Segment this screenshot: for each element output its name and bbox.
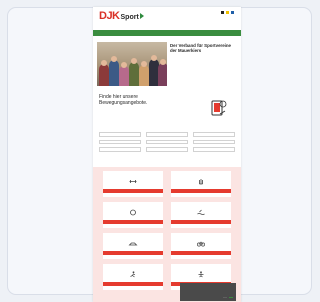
swim-icon — [197, 209, 205, 215]
cookie-decline-button[interactable] — [223, 296, 227, 298]
filter-select[interactable] — [193, 132, 235, 137]
offer-tile[interactable] — [103, 171, 163, 197]
filter-select[interactable] — [146, 139, 188, 144]
logo-mark: DJK — [99, 10, 120, 22]
filter-select[interactable] — [146, 147, 188, 152]
shoe-icon — [128, 242, 138, 246]
offer-tile[interactable] — [103, 264, 163, 290]
filter-select[interactable] — [99, 139, 141, 144]
hero-section: Der Verband für Sportvereine der Mauerki… — [93, 36, 241, 88]
offers-section — [93, 167, 241, 302]
website-preview[interactable]: DJK Sport Der Verband für Sportvereine d… — [93, 7, 241, 302]
offer-label — [171, 220, 231, 224]
run-icon — [130, 271, 136, 278]
filter-grid — [99, 132, 235, 152]
offer-label — [103, 251, 163, 255]
bike-icon — [197, 241, 205, 247]
filter-select[interactable] — [193, 147, 235, 152]
hero-title: Der Verband für Sportvereine der Mauerki… — [170, 43, 231, 54]
offer-label — [103, 220, 163, 224]
ball-icon — [130, 209, 136, 216]
tablet-hand-icon — [211, 100, 227, 116]
offer-label — [171, 251, 231, 255]
filter-select[interactable] — [146, 132, 188, 137]
dumbbell-icon — [129, 180, 137, 183]
cookie-buttons — [223, 296, 233, 298]
offer-tile[interactable] — [171, 202, 231, 228]
yoga-icon — [198, 271, 204, 278]
hand-icon — [199, 179, 203, 185]
offer-grid — [103, 171, 231, 290]
find-offers-section: Finde hier unsere Bewegungsangebote. — [93, 88, 241, 158]
site-header: DJK Sport — [93, 7, 241, 30]
filter-select[interactable] — [99, 132, 141, 137]
flag-icon[interactable] — [226, 11, 229, 14]
offer-label — [171, 189, 231, 193]
offer-tile[interactable] — [103, 233, 163, 259]
offer-tile[interactable] — [171, 233, 231, 259]
filter-select[interactable] — [99, 147, 141, 152]
find-offers-title: Finde hier unsere Bewegungsangebote. — [99, 94, 148, 106]
offer-tile[interactable] — [171, 171, 231, 197]
offer-tile[interactable] — [103, 202, 163, 228]
filter-select[interactable] — [193, 139, 235, 144]
cookie-accept-button[interactable] — [229, 296, 233, 298]
site-logo[interactable]: DJK Sport — [99, 10, 144, 22]
offer-label — [103, 282, 163, 286]
flag-icon[interactable] — [231, 11, 234, 14]
offer-label — [103, 189, 163, 193]
flag-icon[interactable] — [221, 11, 224, 14]
cookie-banner — [180, 283, 236, 301]
language-flags[interactable] — [221, 11, 234, 14]
logo-word: Sport — [120, 14, 139, 21]
logo-arrow-icon — [139, 13, 144, 19]
hero-photo — [97, 42, 167, 86]
hero-text: Der Verband für Sportvereine der Mauerki… — [170, 42, 237, 84]
